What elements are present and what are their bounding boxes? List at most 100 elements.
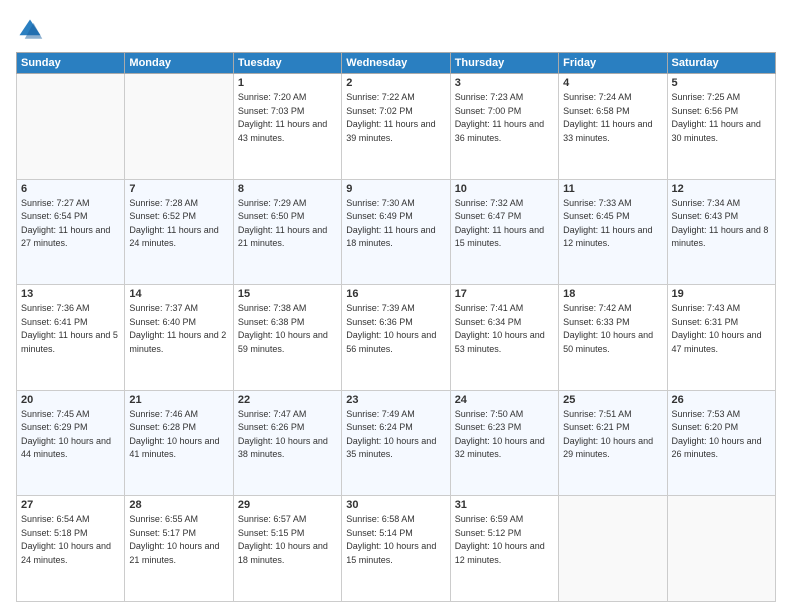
day-info: Sunrise: 6:58 AMSunset: 5:14 PMDaylight:…	[346, 513, 445, 567]
day-number: 28	[129, 499, 228, 511]
day-number: 11	[563, 183, 662, 195]
calendar-cell: 2 Sunrise: 7:22 AMSunset: 7:02 PMDaylight…	[342, 74, 450, 180]
day-info: Sunrise: 7:41 AMSunset: 6:34 PMDaylight:…	[455, 302, 554, 356]
weekday-header-wednesday: Wednesday	[342, 53, 450, 74]
day-number: 1	[238, 77, 337, 89]
calendar-cell: 26 Sunrise: 7:53 AMSunset: 6:20 PMDayligh…	[667, 390, 775, 496]
calendar-cell: 30Sunrise: 6:58 AMSunset: 5:14 PMDayligh…	[342, 496, 450, 602]
weekday-header-tuesday: Tuesday	[233, 53, 341, 74]
calendar-cell: 15Sunrise: 7:38 AMSunset: 6:38 PMDayligh…	[233, 285, 341, 391]
day-info: Sunrise: 6:59 AMSunset: 5:12 PMDaylight:…	[455, 513, 554, 567]
calendar-cell: 9 Sunrise: 7:30 AMSunset: 6:49 PMDaylight…	[342, 179, 450, 285]
calendar-cell	[17, 74, 125, 180]
calendar-cell: 17Sunrise: 7:41 AMSunset: 6:34 PMDayligh…	[450, 285, 558, 391]
day-number: 12	[672, 183, 771, 195]
day-number: 25	[563, 394, 662, 406]
calendar-cell: 6Sunrise: 7:27 AMSunset: 6:54 PMDaylight…	[17, 179, 125, 285]
day-info: Sunrise: 7:29 AMSunset: 6:50 PMDaylight:…	[238, 197, 337, 251]
calendar-cell: 20 Sunrise: 7:45 AMSunset: 6:29 PMDayligh…	[17, 390, 125, 496]
day-number: 4	[563, 77, 662, 89]
calendar-cell	[125, 74, 233, 180]
day-info: Sunrise: 6:57 AMSunset: 5:15 PMDaylight:…	[238, 513, 337, 567]
day-number: 14	[129, 288, 228, 300]
calendar-cell	[559, 496, 667, 602]
day-info: Sunrise: 7:30 AMSunset: 6:49 PMDaylight:…	[346, 197, 445, 251]
calendar-cell: 27 Sunrise: 6:54 AMSunset: 5:18 PMDayligh…	[17, 496, 125, 602]
day-number: 24	[455, 394, 554, 406]
week-row-4: 20 Sunrise: 7:45 AMSunset: 6:29 PMDayligh…	[17, 390, 776, 496]
calendar-cell: 23 Sunrise: 7:49 AMSunset: 6:24 PMDayligh…	[342, 390, 450, 496]
day-number: 9	[346, 183, 445, 195]
calendar-cell: 8 Sunrise: 7:29 AMSunset: 6:50 PMDaylight…	[233, 179, 341, 285]
day-number: 10	[455, 183, 554, 195]
weekday-header-thursday: Thursday	[450, 53, 558, 74]
day-number: 7	[129, 183, 228, 195]
day-number: 18	[563, 288, 662, 300]
logo-icon	[16, 16, 44, 44]
day-info: Sunrise: 7:39 AMSunset: 6:36 PMDaylight:…	[346, 302, 445, 356]
day-number: 3	[455, 77, 554, 89]
day-number: 6	[21, 183, 120, 195]
day-number: 8	[238, 183, 337, 195]
calendar-cell: 31Sunrise: 6:59 AMSunset: 5:12 PMDayligh…	[450, 496, 558, 602]
calendar-cell: 22Sunrise: 7:47 AMSunset: 6:26 PMDayligh…	[233, 390, 341, 496]
day-number: 13	[21, 288, 120, 300]
day-number: 19	[672, 288, 771, 300]
calendar-cell: 13 Sunrise: 7:36 AMSunset: 6:41 PMDayligh…	[17, 285, 125, 391]
calendar-cell: 1 Sunrise: 7:20 AMSunset: 7:03 PMDaylight…	[233, 74, 341, 180]
day-info: Sunrise: 7:25 AMSunset: 6:56 PMDaylight:…	[672, 91, 771, 145]
day-info: Sunrise: 6:55 AMSunset: 5:17 PMDaylight:…	[129, 513, 228, 567]
day-info: Sunrise: 7:49 AMSunset: 6:24 PMDaylight:…	[346, 408, 445, 462]
calendar-cell: 3Sunrise: 7:23 AMSunset: 7:00 PMDaylight…	[450, 74, 558, 180]
calendar-cell: 28 Sunrise: 6:55 AMSunset: 5:17 PMDayligh…	[125, 496, 233, 602]
day-info: Sunrise: 7:42 AMSunset: 6:33 PMDaylight:…	[563, 302, 662, 356]
day-info: Sunrise: 7:36 AMSunset: 6:41 PMDaylight:…	[21, 302, 120, 356]
day-info: Sunrise: 7:43 AMSunset: 6:31 PMDaylight:…	[672, 302, 771, 356]
day-info: Sunrise: 7:45 AMSunset: 6:29 PMDaylight:…	[21, 408, 120, 462]
page: SundayMondayTuesdayWednesdayThursdayFrid…	[0, 0, 792, 612]
day-number: 27	[21, 499, 120, 511]
calendar-cell: 24 Sunrise: 7:50 AMSunset: 6:23 PMDayligh…	[450, 390, 558, 496]
day-info: Sunrise: 7:53 AMSunset: 6:20 PMDaylight:…	[672, 408, 771, 462]
day-number: 15	[238, 288, 337, 300]
day-info: Sunrise: 7:24 AMSunset: 6:58 PMDaylight:…	[563, 91, 662, 145]
day-info: Sunrise: 6:54 AMSunset: 5:18 PMDaylight:…	[21, 513, 120, 567]
day-number: 29	[238, 499, 337, 511]
day-info: Sunrise: 7:46 AMSunset: 6:28 PMDaylight:…	[129, 408, 228, 462]
calendar-cell: 21Sunrise: 7:46 AMSunset: 6:28 PMDayligh…	[125, 390, 233, 496]
week-row-2: 6Sunrise: 7:27 AMSunset: 6:54 PMDaylight…	[17, 179, 776, 285]
day-info: Sunrise: 7:37 AMSunset: 6:40 PMDaylight:…	[129, 302, 228, 356]
week-row-1: 1 Sunrise: 7:20 AMSunset: 7:03 PMDaylight…	[17, 74, 776, 180]
day-info: Sunrise: 7:47 AMSunset: 6:26 PMDaylight:…	[238, 408, 337, 462]
calendar-cell: 12Sunrise: 7:34 AMSunset: 6:43 PMDayligh…	[667, 179, 775, 285]
day-info: Sunrise: 7:28 AMSunset: 6:52 PMDaylight:…	[129, 197, 228, 251]
day-info: Sunrise: 7:33 AMSunset: 6:45 PMDaylight:…	[563, 197, 662, 251]
calendar-cell: 19 Sunrise: 7:43 AMSunset: 6:31 PMDayligh…	[667, 285, 775, 391]
calendar-cell: 4 Sunrise: 7:24 AMSunset: 6:58 PMDaylight…	[559, 74, 667, 180]
weekday-header-sunday: Sunday	[17, 53, 125, 74]
day-number: 20	[21, 394, 120, 406]
day-info: Sunrise: 7:51 AMSunset: 6:21 PMDaylight:…	[563, 408, 662, 462]
calendar-cell: 10 Sunrise: 7:32 AMSunset: 6:47 PMDayligh…	[450, 179, 558, 285]
weekday-header-saturday: Saturday	[667, 53, 775, 74]
calendar-cell: 11 Sunrise: 7:33 AMSunset: 6:45 PMDayligh…	[559, 179, 667, 285]
calendar-cell: 5 Sunrise: 7:25 AMSunset: 6:56 PMDaylight…	[667, 74, 775, 180]
day-info: Sunrise: 7:32 AMSunset: 6:47 PMDaylight:…	[455, 197, 554, 251]
header	[16, 16, 776, 44]
calendar-table: SundayMondayTuesdayWednesdayThursdayFrid…	[16, 52, 776, 602]
calendar-cell: 16 Sunrise: 7:39 AMSunset: 6:36 PMDayligh…	[342, 285, 450, 391]
calendar-cell: 18 Sunrise: 7:42 AMSunset: 6:33 PMDayligh…	[559, 285, 667, 391]
day-number: 5	[672, 77, 771, 89]
calendar-cell	[667, 496, 775, 602]
day-info: Sunrise: 7:50 AMSunset: 6:23 PMDaylight:…	[455, 408, 554, 462]
day-info: Sunrise: 7:22 AMSunset: 7:02 PMDaylight:…	[346, 91, 445, 145]
week-row-3: 13 Sunrise: 7:36 AMSunset: 6:41 PMDayligh…	[17, 285, 776, 391]
week-row-5: 27 Sunrise: 6:54 AMSunset: 5:18 PMDayligh…	[17, 496, 776, 602]
day-info: Sunrise: 7:20 AMSunset: 7:03 PMDaylight:…	[238, 91, 337, 145]
day-number: 23	[346, 394, 445, 406]
day-number: 26	[672, 394, 771, 406]
calendar-cell: 29 Sunrise: 6:57 AMSunset: 5:15 PMDayligh…	[233, 496, 341, 602]
day-number: 16	[346, 288, 445, 300]
weekday-header-row: SundayMondayTuesdayWednesdayThursdayFrid…	[17, 53, 776, 74]
day-number: 2	[346, 77, 445, 89]
